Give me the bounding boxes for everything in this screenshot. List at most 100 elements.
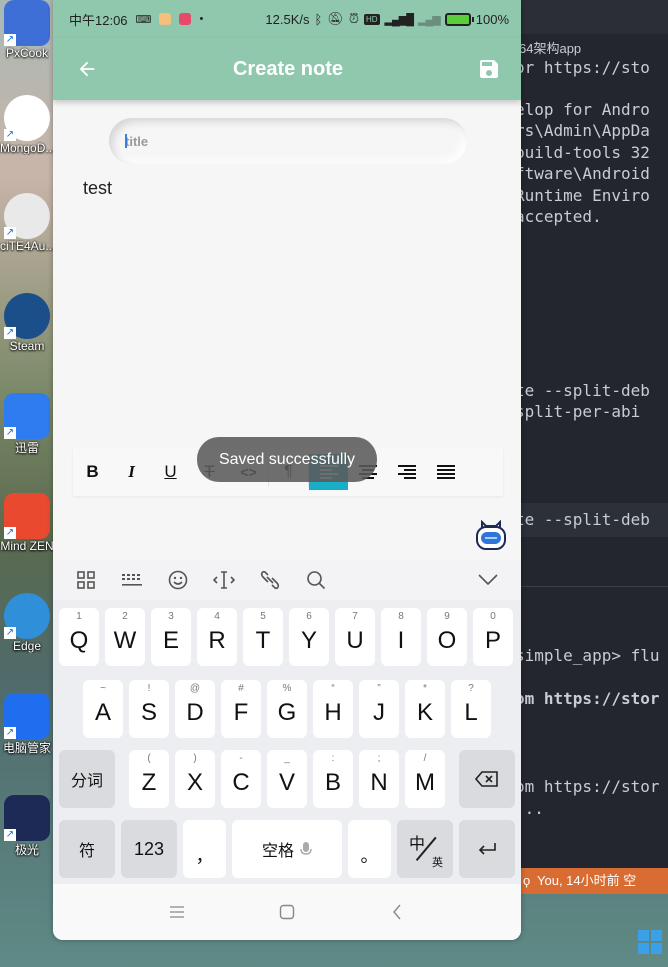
desktop-icon-jiguang[interactable]: ↗ 极光 (0, 795, 54, 858)
key-n[interactable]: ; N (359, 750, 399, 808)
enter-key[interactable] (459, 820, 515, 878)
key-b[interactable]: :B (313, 750, 353, 808)
microphone-icon (300, 842, 312, 855)
key-f[interactable]: # F (221, 680, 261, 738)
title-input[interactable] (109, 118, 467, 164)
app-bar: Create note (53, 38, 521, 100)
keyboard-search-button[interactable] (293, 560, 339, 600)
emoji-button[interactable] (155, 560, 201, 600)
bold-button[interactable]: B (73, 454, 112, 490)
underline-button[interactable]: U (151, 454, 190, 490)
desktop-icon-hbuilder[interactable]: ↗ ciTE4Au... (0, 193, 54, 253)
chevron-left-icon (393, 904, 401, 920)
desktop-icon-label: Steam (9, 339, 45, 353)
windows-start-icon[interactable] (638, 930, 662, 954)
backspace-key[interactable] (459, 750, 515, 808)
pc-manager-icon: ↗ (4, 693, 50, 739)
keyboard-layout-button[interactable] (109, 560, 155, 600)
text-cursor (125, 134, 127, 148)
key-o[interactable]: 9O (427, 608, 467, 666)
italic-button[interactable]: I (112, 454, 151, 490)
align-justify-button[interactable] (426, 454, 465, 490)
soft-keyboard: 分词 符 123 ， 空格 。 中 英 1Q2W3E4R5T6Y7U8I9O0P… (53, 600, 521, 884)
android-nav-bar (53, 884, 521, 940)
terminal-line: om https://stor (515, 689, 660, 708)
key-i[interactable]: 8I (381, 608, 421, 666)
key-x[interactable]: ) X (175, 750, 215, 808)
key-m[interactable]: / M (405, 750, 445, 808)
key-secondary-char: ? (468, 683, 474, 694)
cursor-move-button[interactable] (201, 560, 247, 600)
jiguang-icon: ↗ (4, 795, 50, 841)
square-home-icon (279, 904, 295, 920)
floating-assistant-button[interactable] (474, 518, 508, 552)
key-j[interactable]: ” J (359, 680, 399, 738)
note-body-editor[interactable]: test (83, 178, 112, 199)
mute-bell-icon: 🔕︎ (327, 11, 344, 26)
key-u[interactable]: 7U (335, 608, 375, 666)
key-r[interactable]: 4R (197, 608, 237, 666)
save-button[interactable] (475, 55, 503, 83)
key-s[interactable]: ! S (129, 680, 169, 738)
terminal-separator (515, 586, 668, 587)
space-key[interactable]: 空格 (232, 820, 342, 878)
menu-lines-icon (170, 906, 184, 918)
key-primary-char: I (397, 627, 405, 654)
desktop-icon-mindzen[interactable]: ↗ Mind ZEN (0, 493, 54, 553)
key-t[interactable]: 5T (243, 608, 283, 666)
align-right-button[interactable] (387, 454, 426, 490)
terminal-tab-title: 64架构app (519, 41, 582, 56)
key-k[interactable]: * K (405, 680, 445, 738)
key-secondary-char: 2 (122, 611, 128, 622)
vscode-git-status[interactable]: ϙ You, 14小时前 空 (515, 868, 668, 894)
key-secondary-char: 8 (398, 611, 404, 622)
desktop-icon-edge[interactable]: ↗ Edge (0, 593, 54, 653)
symbols-key[interactable]: 符 (59, 820, 115, 878)
key-l[interactable]: ? L (451, 680, 491, 738)
hide-keyboard-button[interactable] (465, 560, 511, 600)
keyboard-menu-button[interactable] (63, 560, 109, 600)
key-a[interactable]: ~ A (83, 680, 123, 738)
key-c[interactable]: -C (221, 750, 261, 808)
comma-key[interactable]: ， (183, 820, 226, 878)
numbers-key[interactable]: 123 (121, 820, 177, 878)
key-primary-char: E (162, 627, 179, 654)
key-secondary-char: - (239, 753, 243, 764)
keyboard-toolbar (53, 560, 521, 600)
desktop-icon-xunlei[interactable]: ↗ 迅雷 (0, 393, 54, 456)
back-button[interactable] (73, 55, 101, 83)
clipboard-link-button[interactable] (247, 560, 293, 600)
desktop-icon-pxcook[interactable]: ↗ PxCook (0, 0, 54, 60)
language-switch-key[interactable]: 中 英 (397, 820, 453, 878)
system-status-bar: 中午12:06 ⌨ • 12.5K/s ᛒ 🔕︎ ⏰︎ HD ▂▄▆█ ▂▄▆ … (53, 0, 521, 38)
desktop-icon-mongodb[interactable]: ↗ MongoD... (0, 95, 54, 155)
italic-icon: I (128, 462, 135, 481)
arrow-left-icon (79, 61, 95, 77)
hd-icon: HD (363, 13, 380, 25)
shortcut-arrow-icon: ↗ (4, 727, 16, 739)
battery-level: 100% (475, 11, 509, 27)
desktop-icon-steam[interactable]: ↗ Steam (0, 293, 54, 353)
key-z[interactable]: (Z (129, 750, 169, 808)
key-p[interactable]: 0P (473, 608, 513, 666)
home-button[interactable] (272, 897, 302, 927)
terminal-line: ftware\Android (515, 164, 650, 183)
bluetooth-icon: ᛒ (314, 11, 323, 27)
key-d[interactable]: @ D (175, 680, 215, 738)
key-primary-char: K (416, 699, 433, 726)
period-key[interactable]: 。 (348, 820, 391, 878)
background-terminal-window: 64架构app or https://sto elop for Andro rs\A… (515, 0, 668, 868)
desktop-icon-column: ↗ PxCook ↗ MongoD... ↗ ciTE4Au... ↗ Steam ↗ 迅雷 ↗ Mi… (0, 0, 54, 967)
segment-key[interactable]: 分词 (59, 750, 115, 808)
key-h[interactable]: “H (313, 680, 353, 738)
recents-button[interactable] (162, 897, 192, 927)
key-q[interactable]: 1Q (59, 608, 99, 666)
key-w[interactable]: 2W (105, 608, 145, 666)
desktop-icon-pc-manager[interactable]: ↗ 电脑管家 (0, 693, 54, 756)
terminal-line: build-tools 32 (515, 143, 650, 162)
key-g[interactable]: % G (267, 680, 307, 738)
key-e[interactable]: 3E (151, 608, 191, 666)
back-nav-button[interactable] (382, 897, 412, 927)
key-v[interactable]: _ V (267, 750, 307, 808)
key-y[interactable]: 6Y (289, 608, 329, 666)
